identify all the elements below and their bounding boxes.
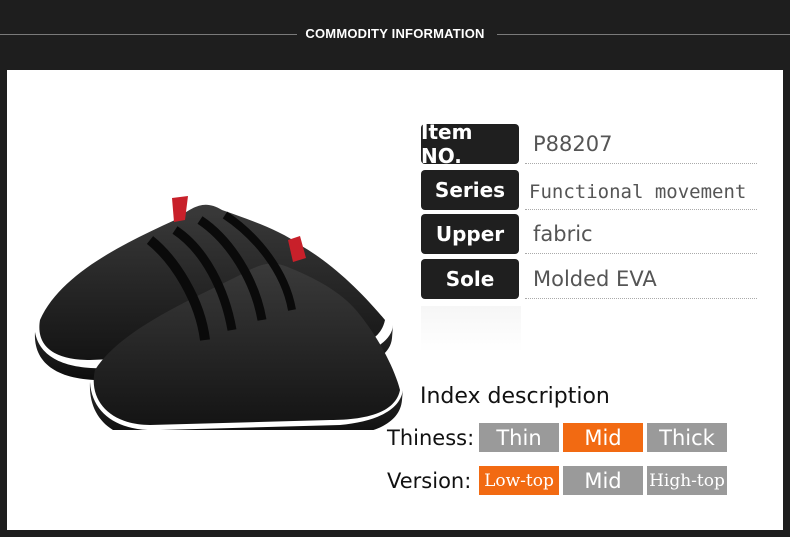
spec-label: Upper xyxy=(421,214,519,254)
spec-value: Molded EVA xyxy=(533,267,657,291)
version-option-low-top: Low-top xyxy=(479,466,559,495)
section-header: COMMODITY INFORMATION xyxy=(0,0,790,70)
spec-row-item-no: Item NO. P88207 xyxy=(421,120,757,168)
index-description-title: Index description xyxy=(420,384,610,409)
spec-divider xyxy=(525,209,757,210)
thickness-option-thick: Thick xyxy=(647,423,727,452)
spec-label: Sole xyxy=(421,259,519,299)
spec-divider xyxy=(525,253,757,254)
spec-row-sole: Sole Molded EVA xyxy=(421,259,757,299)
version-option-high-top: High-top xyxy=(647,466,727,495)
thickness-label: Thiness: xyxy=(387,426,475,450)
spec-divider xyxy=(525,298,757,299)
version-option-mid: Mid xyxy=(563,466,643,495)
spec-label: Item NO. xyxy=(421,120,519,168)
empty-spec-slot xyxy=(421,306,521,352)
product-shoe-image xyxy=(34,196,403,430)
thickness-option-thin: Thin xyxy=(479,423,559,452)
version-label: Version: xyxy=(387,469,472,493)
spec-divider xyxy=(525,163,757,164)
spec-value: P88207 xyxy=(533,132,613,156)
thickness-option-mid: Mid xyxy=(563,423,643,452)
spec-value: Functional movement xyxy=(529,181,747,203)
spec-value: fabric xyxy=(533,222,593,246)
header-rule-right xyxy=(497,34,790,35)
spec-row-series: Series Functional movement xyxy=(421,170,757,210)
spec-label: Series xyxy=(421,170,519,210)
spec-row-upper: Upper fabric xyxy=(421,214,757,254)
